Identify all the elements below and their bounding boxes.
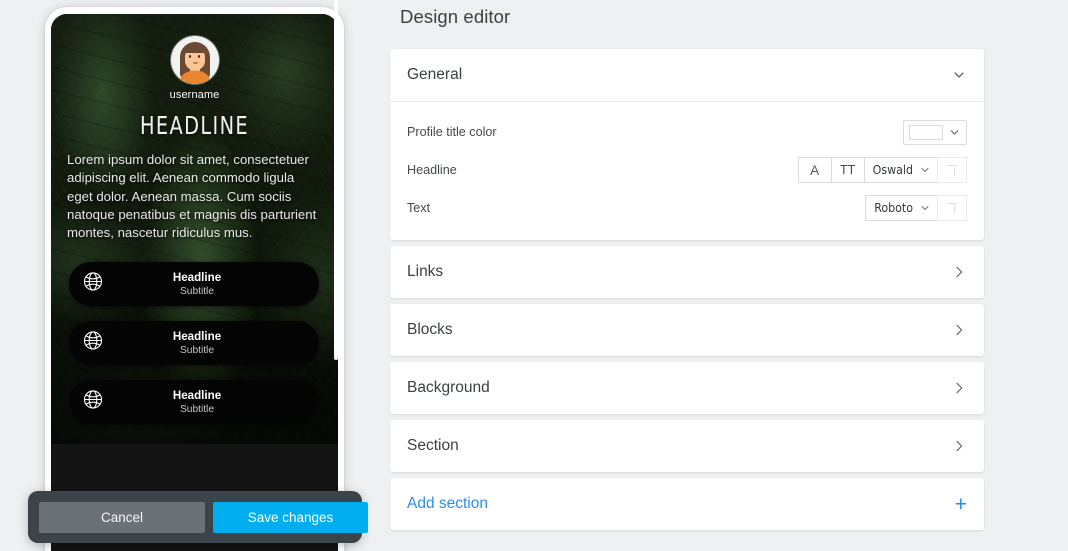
link-text: Headline Subtitle	[69, 389, 319, 416]
avatar-eye-left	[188, 55, 191, 58]
chevron-down-icon	[943, 126, 961, 139]
globe-icon	[82, 330, 104, 357]
section-links-title: Links	[407, 263, 444, 280]
design-editor-pane: Design editor General Profile title colo…	[380, 0, 1068, 551]
headline-label: Headline	[407, 163, 457, 177]
plus-icon[interactable]: +	[955, 494, 967, 515]
section-general-body: Profile title color Headline A TT Oswald…	[390, 101, 984, 240]
avatar-shirt	[178, 71, 211, 84]
row-headline-font: Headline A TT Oswald	[407, 151, 967, 189]
profile-title-color-label: Profile title color	[407, 125, 497, 139]
section-general-title: General	[407, 66, 463, 83]
text-font-size-input[interactable]	[937, 195, 967, 221]
section-add: Add section +	[390, 478, 984, 530]
globe-icon	[82, 389, 104, 416]
headline-font-value: Oswald	[872, 163, 913, 177]
cancel-button[interactable]: Cancel	[39, 501, 205, 533]
link-headline: Headline	[172, 329, 222, 343]
row-profile-title-color: Profile title color	[407, 113, 967, 151]
link-block[interactable]: Headline Subtitle	[69, 380, 319, 425]
text-font-dropdown[interactable]: Roboto	[865, 195, 937, 221]
chevron-right-icon[interactable]	[951, 438, 967, 454]
size-placeholder-icon	[946, 202, 958, 214]
phone-preview-pane: username HEADLINE Lorem ipsum dolor sit …	[0, 0, 380, 551]
link-headline: Headline	[172, 270, 222, 284]
headline-font-size-input[interactable]	[937, 157, 967, 183]
section-background: Background	[390, 362, 984, 414]
avatar-bangs	[183, 44, 206, 53]
section-section-header[interactable]: Section	[390, 420, 984, 472]
color-swatch	[909, 124, 943, 140]
avatar-eye-right	[197, 55, 200, 58]
page-title: Design editor	[400, 6, 511, 27]
text-style-button[interactable]: A	[797, 157, 831, 183]
link-text: Headline Subtitle	[69, 271, 319, 298]
text-label: Text	[407, 201, 431, 215]
section-general: General Profile title color Headline A T…	[390, 49, 984, 240]
chevron-down-icon[interactable]	[951, 67, 967, 83]
section-background-header[interactable]: Background	[390, 362, 984, 414]
add-section-button[interactable]: Add section +	[390, 478, 984, 530]
section-blocks: Blocks	[390, 304, 984, 356]
link-text: Headline Subtitle	[69, 330, 319, 357]
globe-icon	[82, 271, 104, 298]
chevron-down-icon	[919, 202, 931, 214]
text-font-value: Roboto	[874, 201, 913, 215]
link-subtitle: Subtitle	[180, 403, 214, 415]
save-changes-button[interactable]: Save changes	[213, 501, 368, 533]
section-section-title: Section	[407, 437, 459, 454]
chevron-down-icon	[919, 164, 931, 176]
preview-scrollbar[interactable]	[334, 0, 338, 360]
action-bar: Cancel Save changes	[28, 491, 368, 543]
avatar[interactable]	[170, 36, 219, 84]
text-font-controls: Roboto	[865, 195, 967, 221]
section-links-header[interactable]: Links	[390, 246, 984, 298]
section-background-title: Background	[407, 379, 490, 396]
editor-sections: General Profile title color Headline A T…	[390, 49, 984, 530]
avatar-mouth	[192, 62, 198, 64]
section-section: Section	[390, 420, 984, 472]
link-subtitle: Subtitle	[180, 344, 214, 356]
link-headline: Headline	[172, 388, 222, 402]
link-block[interactable]: Headline Subtitle	[69, 262, 319, 307]
profile-username: username	[169, 89, 220, 101]
profile-title-color-picker[interactable]	[903, 119, 967, 145]
profile-headline: HEADLINE	[139, 111, 250, 140]
uppercase-button[interactable]: TT	[830, 157, 864, 183]
size-placeholder-icon	[946, 164, 958, 176]
row-text-font: Text Roboto	[407, 189, 967, 227]
chevron-right-icon[interactable]	[951, 380, 967, 396]
link-subtitle: Subtitle	[180, 285, 214, 297]
section-blocks-title: Blocks	[407, 321, 453, 338]
add-section-label: Add section	[407, 495, 488, 512]
headline-font-controls: A TT Oswald	[797, 157, 967, 183]
section-blocks-header[interactable]: Blocks	[390, 304, 984, 356]
profile-bio-text: Lorem ipsum dolor sit amet, consectetuer…	[67, 152, 317, 241]
phone-screen: username HEADLINE Lorem ipsum dolor sit …	[51, 14, 338, 551]
chevron-right-icon[interactable]	[951, 322, 967, 338]
section-general-header[interactable]: General	[390, 49, 984, 101]
link-block[interactable]: Headline Subtitle	[69, 321, 319, 366]
section-links: Links	[390, 246, 984, 298]
headline-font-dropdown[interactable]: Oswald	[863, 157, 937, 183]
phone-frame: username HEADLINE Lorem ipsum dolor sit …	[45, 7, 344, 551]
profile-content: username HEADLINE Lorem ipsum dolor sit …	[51, 14, 338, 425]
profile-links-list: Headline Subtitle Headline Subtitle Head…	[65, 262, 324, 425]
chevron-right-icon[interactable]	[951, 264, 967, 280]
app-root: username HEADLINE Lorem ipsum dolor sit …	[0, 0, 1068, 551]
